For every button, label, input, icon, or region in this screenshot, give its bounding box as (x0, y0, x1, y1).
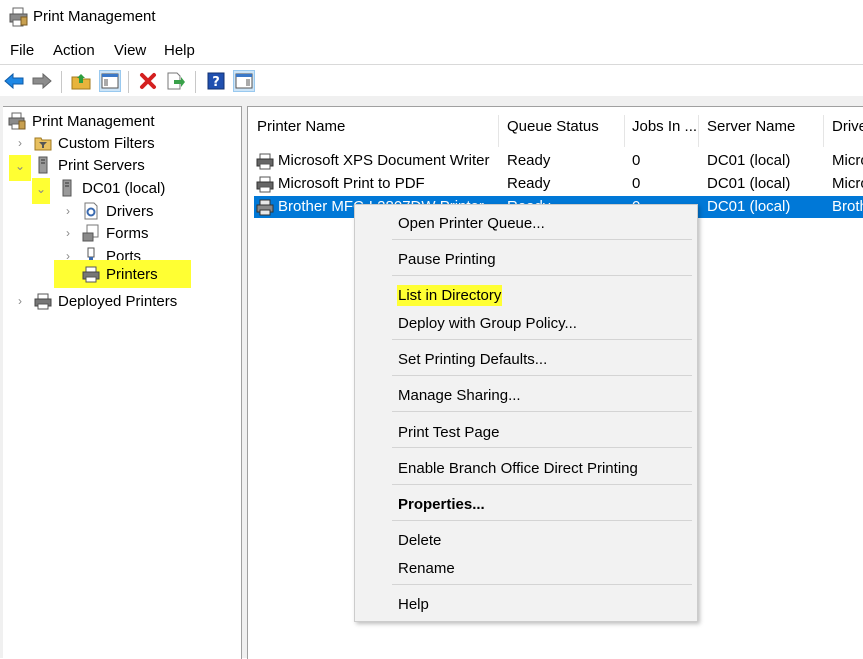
tree-item-dc01[interactable]: DC01 (local) (58, 177, 165, 199)
printer-icon (82, 265, 100, 283)
server-name-cell: DC01 (local) (707, 198, 791, 215)
tree-root-print-management[interactable]: Print Management (8, 110, 155, 132)
menu-item-open-printer-queue[interactable]: Open Printer Queue... (397, 213, 546, 234)
menu-item-print-test-page[interactable]: Print Test Page (397, 422, 500, 443)
menu-item-manage-sharing[interactable]: Manage Sharing... (397, 385, 522, 406)
column-header-server-name[interactable]: Server Name (707, 118, 795, 148)
printer-icon (34, 292, 52, 310)
printer-name-cell: Microsoft XPS Document Writer (278, 152, 490, 169)
delete-icon[interactable] (137, 70, 159, 92)
tree-item-deployed-printers[interactable]: Deployed Printers (34, 290, 177, 312)
tree-item-drivers[interactable]: Drivers (82, 200, 154, 222)
chevron-right-icon[interactable]: › (61, 226, 75, 240)
menu-action[interactable]: Action (53, 42, 95, 59)
printer-icon (256, 175, 274, 197)
tree-item-label: Print Servers (58, 156, 145, 174)
chevron-down-icon[interactable]: ⌄ (9, 155, 31, 181)
back-arrow-icon[interactable] (3, 70, 25, 92)
menu-bar: File Action View Help (0, 38, 863, 64)
context-menu: Open Printer Queue... Pause Printing Lis… (354, 204, 698, 622)
filter-folder-icon (34, 134, 52, 152)
printer-icon (256, 152, 274, 174)
chevron-right-icon[interactable]: › (61, 204, 75, 218)
forms-icon (82, 224, 100, 242)
tree-item-label: Forms (106, 224, 149, 242)
printer-icon (256, 198, 274, 220)
menu-item-pause-printing[interactable]: Pause Printing (397, 249, 497, 270)
menu-item-enable-branch-office-direct-printing[interactable]: Enable Branch Office Direct Printing (397, 458, 639, 479)
tree-item-forms[interactable]: Forms (82, 222, 149, 244)
menu-item-help[interactable]: Help (397, 594, 430, 615)
driver-cell: Broth (832, 198, 863, 215)
table-row[interactable]: Microsoft Print to PDF Ready 0 DC01 (loc… (254, 173, 863, 195)
menu-item-set-printing-defaults[interactable]: Set Printing Defaults... (397, 349, 548, 370)
column-header-printer-name[interactable]: Printer Name (257, 118, 345, 148)
menu-item-rename[interactable]: Rename (397, 558, 456, 579)
server-icon (58, 179, 76, 197)
driver-cell: Micro (832, 152, 863, 169)
up-folder-icon[interactable] (70, 70, 92, 92)
menu-file[interactable]: File (10, 42, 34, 59)
queue-status-cell: Ready (507, 175, 551, 192)
menu-item-list-in-directory[interactable]: List in Directory (397, 285, 503, 306)
console-tree: Print Management › Custom Filters ⌄ Prin… (3, 106, 242, 659)
jobs-cell: 0 (632, 152, 641, 169)
drivers-icon (82, 202, 100, 220)
chevron-right-icon[interactable]: › (13, 294, 27, 308)
tree-item-label: Printers (106, 265, 158, 283)
tree-item-custom-filters[interactable]: Custom Filters (34, 132, 155, 154)
tree-root-label: Print Management (32, 112, 155, 130)
driver-cell: Micro (832, 175, 863, 192)
tree-item-printers[interactable]: Printers (54, 260, 191, 288)
title-bar: Print Management (0, 0, 863, 34)
forward-arrow-icon[interactable] (31, 70, 53, 92)
queue-status-cell: Ready (507, 152, 551, 169)
jobs-cell: 0 (632, 175, 641, 192)
show-hide-tree-icon[interactable] (99, 70, 121, 92)
column-header-driver[interactable]: Drive (832, 118, 863, 148)
show-hide-action-pane-icon[interactable] (233, 70, 255, 92)
menu-view[interactable]: View (114, 42, 146, 59)
server-name-cell: DC01 (local) (707, 175, 791, 192)
toolbar: ? (0, 64, 863, 97)
menu-item-delete[interactable]: Delete (397, 530, 442, 551)
server-icon (34, 156, 52, 174)
tree-item-print-servers[interactable]: Print Servers (34, 154, 145, 176)
table-row[interactable]: Microsoft XPS Document Writer Ready 0 DC… (254, 150, 863, 172)
svg-text:?: ? (212, 75, 220, 90)
help-icon[interactable]: ? (205, 70, 227, 92)
tree-item-label: DC01 (local) (82, 179, 166, 197)
column-header-jobs[interactable]: Jobs In ... (632, 118, 697, 148)
tree-item-label: Drivers (106, 202, 154, 220)
server-name-cell: DC01 (local) (707, 152, 791, 169)
chevron-down-icon[interactable]: ⌄ (32, 178, 50, 204)
print-management-app-icon (9, 7, 29, 30)
menu-item-deploy-with-group-policy[interactable]: Deploy with Group Policy... (397, 313, 578, 334)
tree-item-label: Custom Filters (58, 134, 155, 152)
chevron-right-icon[interactable]: › (13, 136, 27, 150)
printer-name-cell: Microsoft Print to PDF (278, 175, 425, 192)
print-management-icon (8, 112, 26, 130)
menu-item-properties[interactable]: Properties... (397, 494, 486, 515)
menu-help[interactable]: Help (164, 42, 195, 59)
column-header-queue-status[interactable]: Queue Status (507, 118, 599, 148)
export-list-icon[interactable] (165, 70, 187, 92)
tree-item-label: Deployed Printers (58, 292, 178, 310)
window-title: Print Management (33, 8, 156, 25)
